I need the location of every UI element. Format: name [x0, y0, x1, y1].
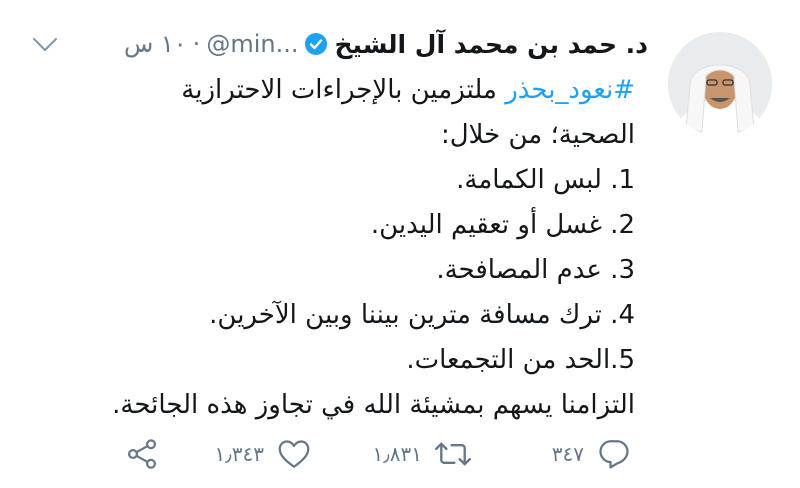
like-button[interactable]: ١٫٣٤٣ [215, 432, 312, 476]
reply-icon [599, 440, 629, 469]
tweet-line-1: #نعود_بحذر ملتزمين بالإجراءات الاحترازية [45, 68, 635, 113]
like-count: ١٫٣٤٣ [214, 442, 264, 466]
tweet-line-7: 5.الحد من التجمعات. [406, 345, 635, 375]
tweet-line-8: التزامنا يسهم بمشيئة الله في تجاوز هذه ا… [112, 390, 635, 420]
retweet-button[interactable]: ١٫٨٣١ [373, 432, 472, 476]
separator-dot: · [192, 30, 201, 58]
tweet-card: د. حمد بن محمد آل الشيخ @min... · ١٠ س #… [0, 0, 800, 488]
hashtag-link[interactable]: #نعود_بحذر [505, 75, 635, 105]
reply-count: ٣٤٧ [551, 442, 584, 466]
timestamp[interactable]: ١٠ س [124, 30, 187, 58]
tweet-line-2: الصحية؛ من خلال: [440, 120, 635, 150]
author-name[interactable]: د. حمد بن محمد آل الشيخ [334, 30, 648, 59]
tweet-line-3: 1. لبس الكمامة. [456, 165, 635, 195]
heart-icon [278, 440, 310, 468]
action-bar: ٣٤٧ ١٫٨٣١ ١٫٣٤٣ [0, 432, 800, 476]
tweet-header: د. حمد بن محمد آل الشيخ @min... · ١٠ س [124, 22, 648, 66]
tweet-line-4: 2. غسل أو تعقيم اليدين. [370, 210, 635, 240]
retweet-count: ١٫٨٣١ [372, 442, 422, 466]
share-icon [127, 439, 157, 469]
tweet-text: #نعود_بحذر ملتزمين بالإجراءات الاحترازية… [45, 68, 635, 428]
avatar-image [668, 32, 772, 136]
avatar[interactable] [668, 32, 772, 136]
chevron-down-icon[interactable] [30, 34, 60, 56]
author-handle[interactable]: @min... [206, 30, 298, 58]
verified-badge-icon [305, 33, 328, 55]
retweet-icon [435, 442, 471, 466]
tweet-line-6: 4. ترك مسافة مترين بيننا وبين الآخرين. [209, 300, 635, 330]
reply-button[interactable]: ٣٤٧ [552, 432, 632, 476]
share-button[interactable] [124, 432, 160, 476]
tweet-line-1-text: ملتزمين بالإجراءات الاحترازية [181, 75, 506, 105]
tweet-line-5: 3. عدم المصافحة. [436, 255, 635, 285]
